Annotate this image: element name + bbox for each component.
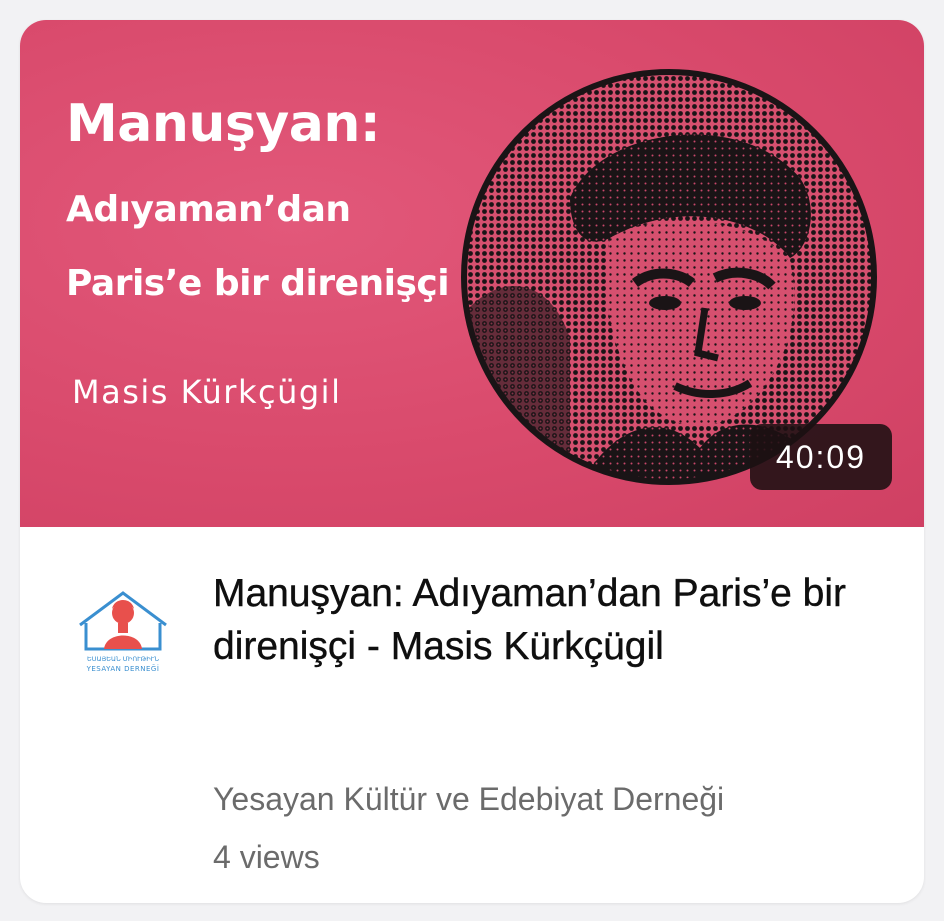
thumbnail-author: Masis Kürkçügil: [72, 373, 342, 411]
thumbnail-title: Manuşyan:: [66, 94, 381, 154]
channel-logo-latin-text: YESAYAN DERNEĞİ: [86, 664, 160, 673]
channel-logo-icon[interactable]: ԵՍԱՅԵԱՆ ՄԻՈՒԹԻՒՆ YESAYAN DERNEĞİ: [76, 587, 170, 681]
channel-name[interactable]: Yesayan Kültür ve Edebiyat Derneği: [213, 779, 724, 819]
view-count: 4 views: [213, 839, 320, 875]
video-thumbnail[interactable]: Manuşyan: Adıyaman’dan Paris’e bir diren…: [20, 20, 924, 527]
channel-logo-armenian-text: ԵՍԱՅԵԱՆ ՄԻՈՒԹԻՒՆ: [87, 655, 159, 663]
video-info: ԵՍԱՅԵԱՆ ՄԻՈՒԹԻՒՆ YESAYAN DERNEĞİ Manuşya…: [20, 527, 924, 903]
video-card[interactable]: Manuşyan: Adıyaman’dan Paris’e bir diren…: [20, 20, 924, 903]
thumbnail-subtitle-line-1: Adıyaman’dan: [66, 189, 351, 230]
duration-badge: 40:09: [749, 424, 892, 490]
video-title[interactable]: Manuşyan: Adıyaman’dan Paris’e bir diren…: [213, 567, 853, 673]
thumbnail-subtitle-line-2: Paris’e bir direnişçi: [66, 263, 450, 304]
